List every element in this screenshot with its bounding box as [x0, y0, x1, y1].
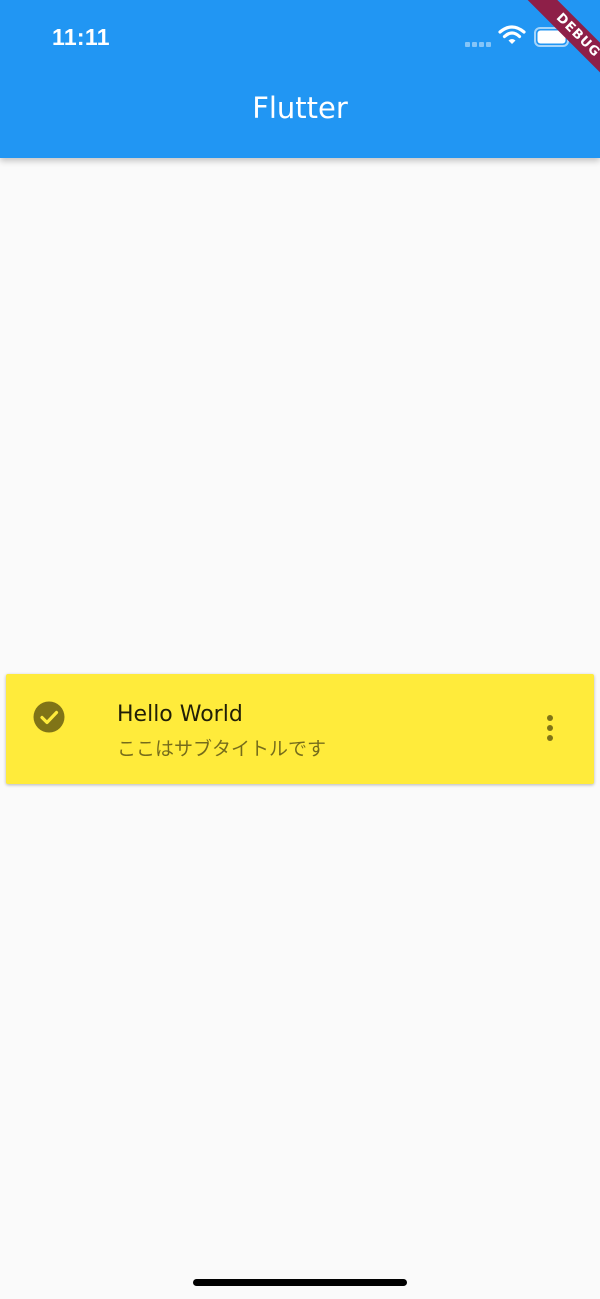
check-circle-icon [33, 701, 65, 733]
debug-banner: DEBUG [500, 0, 600, 100]
debug-banner-label: DEBUG [521, 0, 600, 93]
tile-title: Hello World [117, 702, 243, 727]
tile-subtitle: ここはサブタイトルです [117, 738, 327, 760]
more-options-button[interactable] [532, 705, 568, 751]
signal-icon [465, 42, 491, 47]
list-tile-card[interactable]: Hello World ここはサブタイトルです [6, 674, 594, 784]
more-vert-icon [547, 715, 553, 741]
status-time: 11:11 [52, 24, 110, 50]
home-indicator [193, 1279, 407, 1286]
